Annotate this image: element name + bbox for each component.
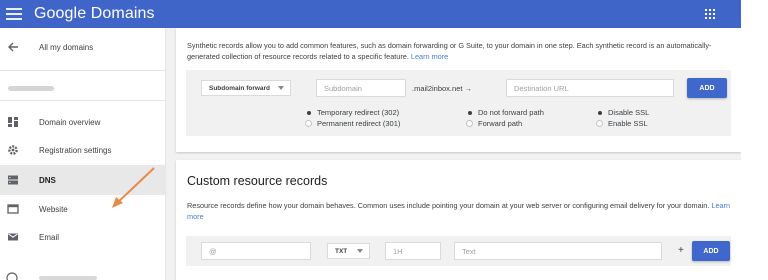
sidebar-item-registration-settings[interactable]: Registration settings [0, 135, 165, 165]
back-arrow-icon [8, 42, 18, 52]
synthetic-record-form: Subdomain forward Subdomain .mail2inbox.… [186, 70, 731, 136]
gear-icon [8, 145, 18, 155]
sidebar-item-label: DNS [39, 175, 56, 185]
permanent-redirect-radio[interactable]: Permanent redirect (301) [305, 119, 400, 128]
custom-resource-records-card: Custom resource records Resource records… [176, 160, 741, 280]
chevron-down-icon [357, 249, 363, 253]
subdomain-input[interactable]: Subdomain [316, 79, 406, 97]
synthetic-records-card: Synthetic records allow you to add commo… [176, 28, 741, 152]
radio-dot [305, 120, 312, 127]
synthetic-records-description: Synthetic records allow you to add commo… [187, 41, 712, 61]
ttl-input[interactable]: 1H [385, 242, 441, 260]
website-icon [7, 204, 19, 214]
apps-grid-icon[interactable] [705, 9, 715, 19]
custom-records-description: Resource records define how your domain … [187, 201, 731, 221]
app-title: Google Domains [34, 5, 155, 22]
temporary-redirect-radio[interactable]: Temporary redirect (302) [305, 108, 399, 117]
sidebar-item-domain-overview[interactable]: Domain overview [0, 107, 165, 137]
radio-dot [466, 120, 473, 127]
host-name-input[interactable]: @ [201, 242, 311, 260]
radio-dot [596, 120, 603, 127]
radio-dot [468, 110, 472, 115]
domain-name-redacted [8, 86, 54, 91]
help-icon[interactable] [6, 270, 18, 280]
sidebar-item-label: Website [39, 204, 68, 214]
sidebar-item-cut-off [39, 276, 97, 280]
forward-path-radio[interactable]: Forward path [466, 119, 522, 128]
sidebar-item-label: Registration settings [39, 145, 112, 155]
dns-icon [8, 175, 18, 185]
disable-ssl-radio[interactable]: Disable SSL [596, 108, 649, 117]
sidebar-divider [0, 100, 165, 101]
domain-suffix: .mail2inbox.net → [412, 84, 473, 93]
sidebar: All my domains Domain overview Registrat… [0, 28, 166, 280]
sidebar-item-label: Email [39, 232, 60, 242]
dashboard-icon [8, 117, 18, 127]
record-type-select[interactable]: TXT [327, 243, 370, 259]
add-synthetic-record-button[interactable]: ADD [687, 78, 727, 98]
custom-record-form: @ TXT 1H Text + ADD [186, 236, 731, 266]
main-content: Synthetic records allow you to add commo… [166, 28, 741, 280]
learn-more-link[interactable]: Learn more [411, 52, 448, 61]
sidebar-item-label: All my domains [39, 42, 94, 52]
sidebar-divider [0, 70, 165, 71]
section-title: Custom resource records [187, 174, 328, 188]
add-custom-record-button[interactable]: ADD [692, 241, 730, 261]
menu-icon[interactable] [6, 8, 22, 20]
radio-dot [598, 110, 602, 115]
sidebar-item-all-domains[interactable]: All my domains [0, 32, 165, 62]
radio-dot [307, 110, 311, 115]
destination-url-input[interactable]: Destination URL [506, 79, 674, 97]
enable-ssl-radio[interactable]: Enable SSL [596, 119, 648, 128]
chevron-down-icon [278, 86, 284, 90]
email-icon [8, 233, 18, 241]
sidebar-item-label: Domain overview [39, 117, 101, 127]
sidebar-item-email[interactable]: Email [0, 222, 165, 252]
record-type-select[interactable]: Subdomain forward [201, 80, 291, 96]
do-not-forward-path-radio[interactable]: Do not forward path [466, 108, 544, 117]
add-row-plus-icon[interactable]: + [678, 245, 684, 256]
record-data-input[interactable]: Text [454, 242, 662, 260]
annotation-arrow-icon [112, 167, 155, 208]
app-bar: Google Domains [0, 0, 741, 28]
